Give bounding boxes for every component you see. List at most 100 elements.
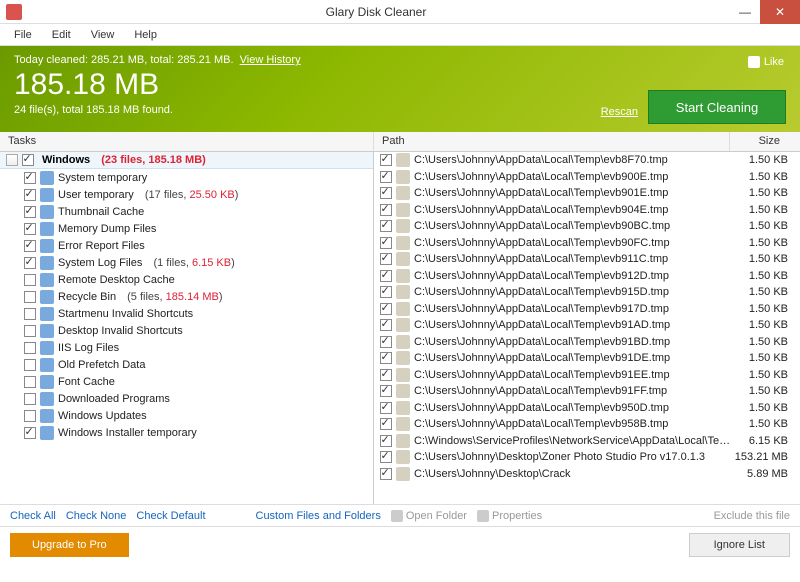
task-row[interactable]: Remote Desktop Cache	[0, 271, 373, 288]
checkbox[interactable]	[380, 220, 392, 232]
checkbox[interactable]	[380, 171, 392, 183]
file-row[interactable]: C:\Users\Johnny\AppData\Local\Temp\evb90…	[374, 235, 800, 252]
checkbox[interactable]	[24, 274, 36, 286]
checkbox[interactable]	[380, 286, 392, 298]
checkbox[interactable]	[380, 418, 392, 430]
task-row[interactable]: Startmenu Invalid Shortcuts	[0, 305, 373, 322]
checkbox[interactable]	[24, 257, 36, 269]
file-row[interactable]: C:\Users\Johnny\AppData\Local\Temp\evb91…	[374, 383, 800, 400]
start-cleaning-button[interactable]: Start Cleaning	[648, 90, 786, 124]
checkbox[interactable]	[24, 172, 36, 184]
task-row[interactable]: System temporary	[0, 169, 373, 186]
properties-link[interactable]: Properties	[477, 510, 542, 522]
file-row[interactable]: C:\Users\Johnny\AppData\Local\Temp\evb95…	[374, 416, 800, 433]
minimize-button[interactable]: —	[730, 0, 760, 24]
checkbox[interactable]	[380, 154, 392, 166]
file-row[interactable]: C:\Windows\ServiceProfiles\NetworkServic…	[374, 433, 800, 450]
task-row[interactable]: Thumbnail Cache	[0, 203, 373, 220]
checkbox[interactable]	[380, 369, 392, 381]
task-row[interactable]: Recycle Bin (5 files, 185.14 MB)	[0, 288, 373, 305]
menu-edit[interactable]: Edit	[42, 27, 81, 43]
checkbox[interactable]	[380, 253, 392, 265]
checkbox[interactable]	[380, 303, 392, 315]
checkbox[interactable]	[380, 187, 392, 199]
file-row[interactable]: C:\Users\Johnny\AppData\Local\Temp\evb91…	[374, 301, 800, 318]
file-row[interactable]: C:\Users\Johnny\AppData\Local\Temp\evb8F…	[374, 152, 800, 169]
exclude-file-link[interactable]: Exclude this file	[714, 510, 790, 522]
ignore-list-button[interactable]: Ignore List	[689, 533, 790, 557]
file-row[interactable]: C:\Users\Johnny\AppData\Local\Temp\evb90…	[374, 202, 800, 219]
menu-view[interactable]: View	[81, 27, 125, 43]
checkbox[interactable]	[24, 240, 36, 252]
task-row[interactable]: Windows Installer temporary	[0, 424, 373, 441]
task-row[interactable]: System Log Files (1 files, 6.15 KB)	[0, 254, 373, 271]
task-root-windows[interactable]: Windows (23 files, 185.18 MB)	[0, 152, 373, 169]
like-button[interactable]: Like	[748, 56, 784, 68]
task-row[interactable]: Font Cache	[0, 373, 373, 390]
file-row[interactable]: C:\Users\Johnny\AppData\Local\Temp\evb91…	[374, 334, 800, 351]
close-button[interactable]: ✕	[760, 0, 800, 24]
task-icon	[40, 324, 54, 338]
upgrade-button[interactable]: Upgrade to Pro	[10, 533, 129, 557]
checkbox[interactable]	[22, 154, 34, 166]
col-size[interactable]: Size	[730, 132, 800, 151]
file-row[interactable]: C:\Users\Johnny\AppData\Local\Temp\evb91…	[374, 251, 800, 268]
collapse-icon[interactable]	[6, 154, 18, 166]
custom-files-link[interactable]: Custom Files and Folders	[256, 510, 381, 522]
file-row[interactable]: C:\Users\Johnny\Desktop\Crack5.89 MB	[374, 466, 800, 483]
file-row[interactable]: C:\Users\Johnny\AppData\Local\Temp\evb95…	[374, 400, 800, 417]
check-all-link[interactable]: Check All	[10, 510, 56, 522]
checkbox[interactable]	[24, 342, 36, 354]
checkbox[interactable]	[380, 468, 392, 480]
checkbox[interactable]	[24, 189, 36, 201]
checkbox[interactable]	[380, 270, 392, 282]
checkbox[interactable]	[24, 427, 36, 439]
task-row[interactable]: IIS Log Files	[0, 339, 373, 356]
task-row[interactable]: Windows Updates	[0, 407, 373, 424]
task-row[interactable]: User temporary (17 files, 25.50 KB)	[0, 186, 373, 203]
checkbox[interactable]	[24, 291, 36, 303]
file-row[interactable]: C:\Users\Johnny\AppData\Local\Temp\evb91…	[374, 317, 800, 334]
check-default-link[interactable]: Check Default	[136, 510, 205, 522]
menu-file[interactable]: File	[4, 27, 42, 43]
task-row[interactable]: Downloaded Programs	[0, 390, 373, 407]
checkbox[interactable]	[24, 359, 36, 371]
view-history-link[interactable]: View History	[240, 54, 301, 66]
file-row[interactable]: C:\Users\Johnny\Desktop\Zoner Photo Stud…	[374, 449, 800, 466]
checkbox[interactable]	[380, 204, 392, 216]
file-row[interactable]: C:\Users\Johnny\AppData\Local\Temp\evb90…	[374, 185, 800, 202]
col-tasks[interactable]: Tasks	[0, 132, 374, 151]
checkbox[interactable]	[24, 410, 36, 422]
file-row[interactable]: C:\Users\Johnny\AppData\Local\Temp\evb91…	[374, 268, 800, 285]
checkbox[interactable]	[380, 237, 392, 249]
checkbox[interactable]	[380, 319, 392, 331]
file-row[interactable]: C:\Users\Johnny\AppData\Local\Temp\evb90…	[374, 169, 800, 186]
check-none-link[interactable]: Check None	[66, 510, 127, 522]
file-row[interactable]: C:\Users\Johnny\AppData\Local\Temp\evb91…	[374, 284, 800, 301]
checkbox[interactable]	[380, 336, 392, 348]
task-row[interactable]: Error Report Files	[0, 237, 373, 254]
checkbox[interactable]	[24, 325, 36, 337]
checkbox[interactable]	[24, 308, 36, 320]
checkbox[interactable]	[380, 352, 392, 364]
file-row[interactable]: C:\Users\Johnny\AppData\Local\Temp\evb90…	[374, 218, 800, 235]
checkbox[interactable]	[380, 402, 392, 414]
checkbox[interactable]	[24, 206, 36, 218]
file-row[interactable]: C:\Users\Johnny\AppData\Local\Temp\evb91…	[374, 367, 800, 384]
checkbox[interactable]	[380, 435, 392, 447]
col-path[interactable]: Path	[374, 132, 730, 151]
task-row[interactable]: Memory Dump Files	[0, 220, 373, 237]
checkbox[interactable]	[24, 223, 36, 235]
tasks-pane[interactable]: Windows (23 files, 185.18 MB) System tem…	[0, 152, 374, 504]
checkbox[interactable]	[24, 393, 36, 405]
task-row[interactable]: Old Prefetch Data	[0, 356, 373, 373]
file-row[interactable]: C:\Users\Johnny\AppData\Local\Temp\evb91…	[374, 350, 800, 367]
task-row[interactable]: Desktop Invalid Shortcuts	[0, 322, 373, 339]
checkbox[interactable]	[24, 376, 36, 388]
open-folder-link[interactable]: Open Folder	[391, 510, 467, 522]
files-pane[interactable]: C:\Users\Johnny\AppData\Local\Temp\evb8F…	[374, 152, 800, 504]
menu-help[interactable]: Help	[124, 27, 167, 43]
checkbox[interactable]	[380, 385, 392, 397]
checkbox[interactable]	[380, 451, 392, 463]
rescan-link[interactable]: Rescan	[601, 106, 638, 118]
